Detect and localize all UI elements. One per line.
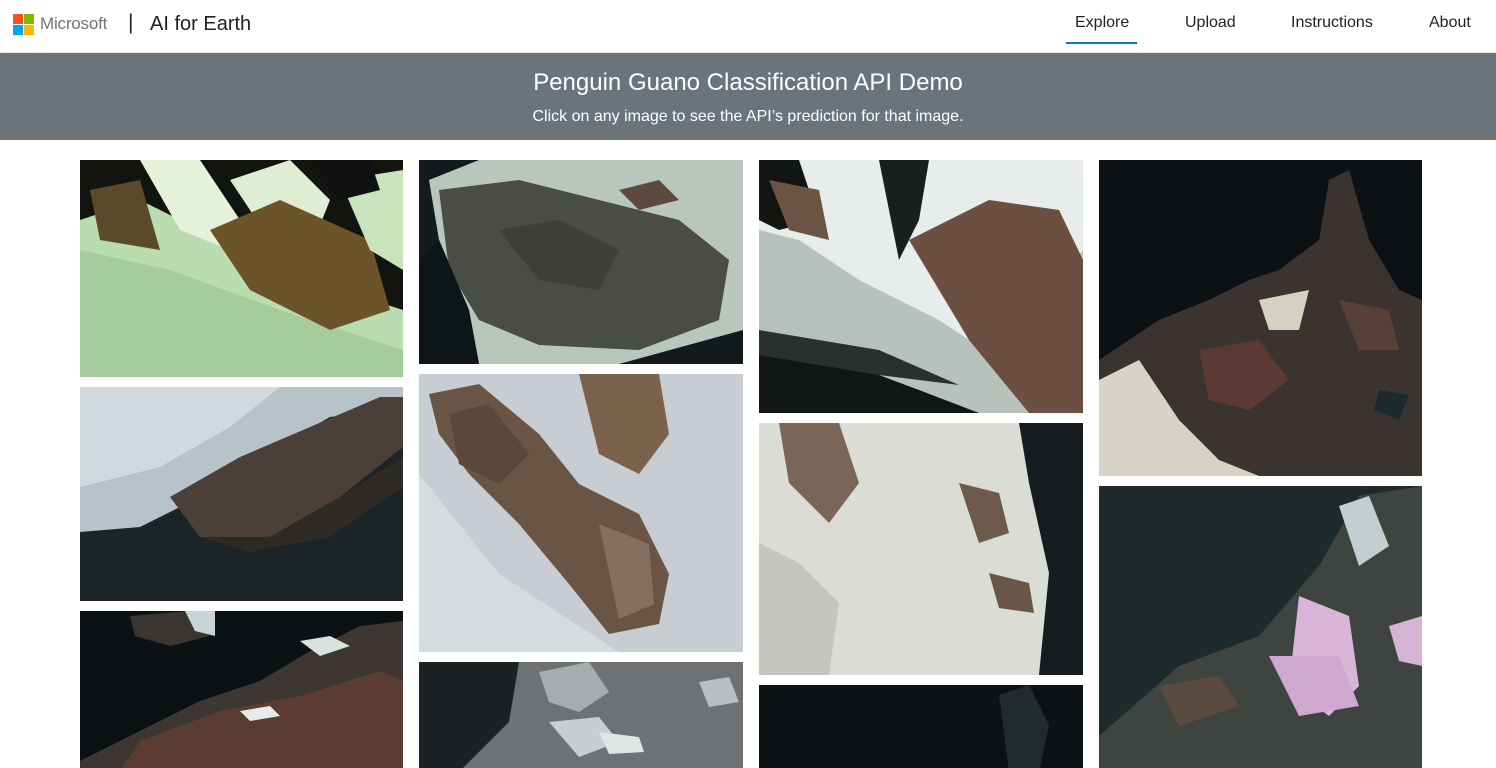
satellite-image-7[interactable] xyxy=(759,423,1083,675)
satellite-image-8[interactable] xyxy=(1099,486,1422,768)
satellite-image-3-graphic xyxy=(759,160,1083,413)
satellite-image-8-graphic xyxy=(1099,486,1422,768)
satellite-image-4[interactable] xyxy=(1099,160,1422,476)
nav-instructions[interactable]: Instructions xyxy=(1291,14,1373,32)
logo-square-red xyxy=(13,14,23,24)
satellite-image-2[interactable] xyxy=(419,160,743,364)
microsoft-wordmark[interactable]: Microsoft xyxy=(40,14,107,34)
page-subtitle: Click on any image to see the API’s pred… xyxy=(532,108,964,125)
nav-explore[interactable]: Explore xyxy=(1075,14,1129,32)
microsoft-logo-icon[interactable] xyxy=(13,14,34,35)
satellite-image-11-graphic xyxy=(759,685,1083,768)
image-gallery xyxy=(0,140,1496,768)
top-navbar: Microsoft | AI for Earth Explore Upload … xyxy=(0,0,1496,53)
nav-about[interactable]: About xyxy=(1429,14,1471,32)
logo-square-blue xyxy=(13,25,23,35)
satellite-image-6-graphic xyxy=(419,374,743,652)
logo-square-green xyxy=(24,14,34,24)
satellite-image-3[interactable] xyxy=(759,160,1083,413)
satellite-image-10-graphic xyxy=(419,662,743,768)
satellite-image-7-graphic xyxy=(759,423,1083,675)
product-title-link[interactable]: AI for Earth xyxy=(150,13,251,36)
satellite-image-1[interactable] xyxy=(80,160,403,377)
satellite-image-2-graphic xyxy=(419,160,743,364)
satellite-image-9[interactable] xyxy=(80,611,403,768)
satellite-image-10[interactable] xyxy=(419,662,743,768)
nav-upload[interactable]: Upload xyxy=(1185,14,1236,32)
active-nav-indicator xyxy=(1066,42,1137,44)
satellite-image-11[interactable] xyxy=(759,685,1083,768)
logo-square-yellow xyxy=(24,25,34,35)
satellite-image-6[interactable] xyxy=(419,374,743,652)
satellite-image-1-graphic xyxy=(80,160,403,377)
satellite-image-4-graphic xyxy=(1099,160,1422,476)
brand-divider: | xyxy=(128,11,134,34)
page-header-banner: Penguin Guano Classification API Demo Cl… xyxy=(0,53,1496,140)
satellite-image-5[interactable] xyxy=(80,387,403,601)
satellite-image-5-graphic xyxy=(80,387,403,601)
satellite-image-9-graphic xyxy=(80,611,403,768)
page-title: Penguin Guano Classification API Demo xyxy=(533,69,963,96)
